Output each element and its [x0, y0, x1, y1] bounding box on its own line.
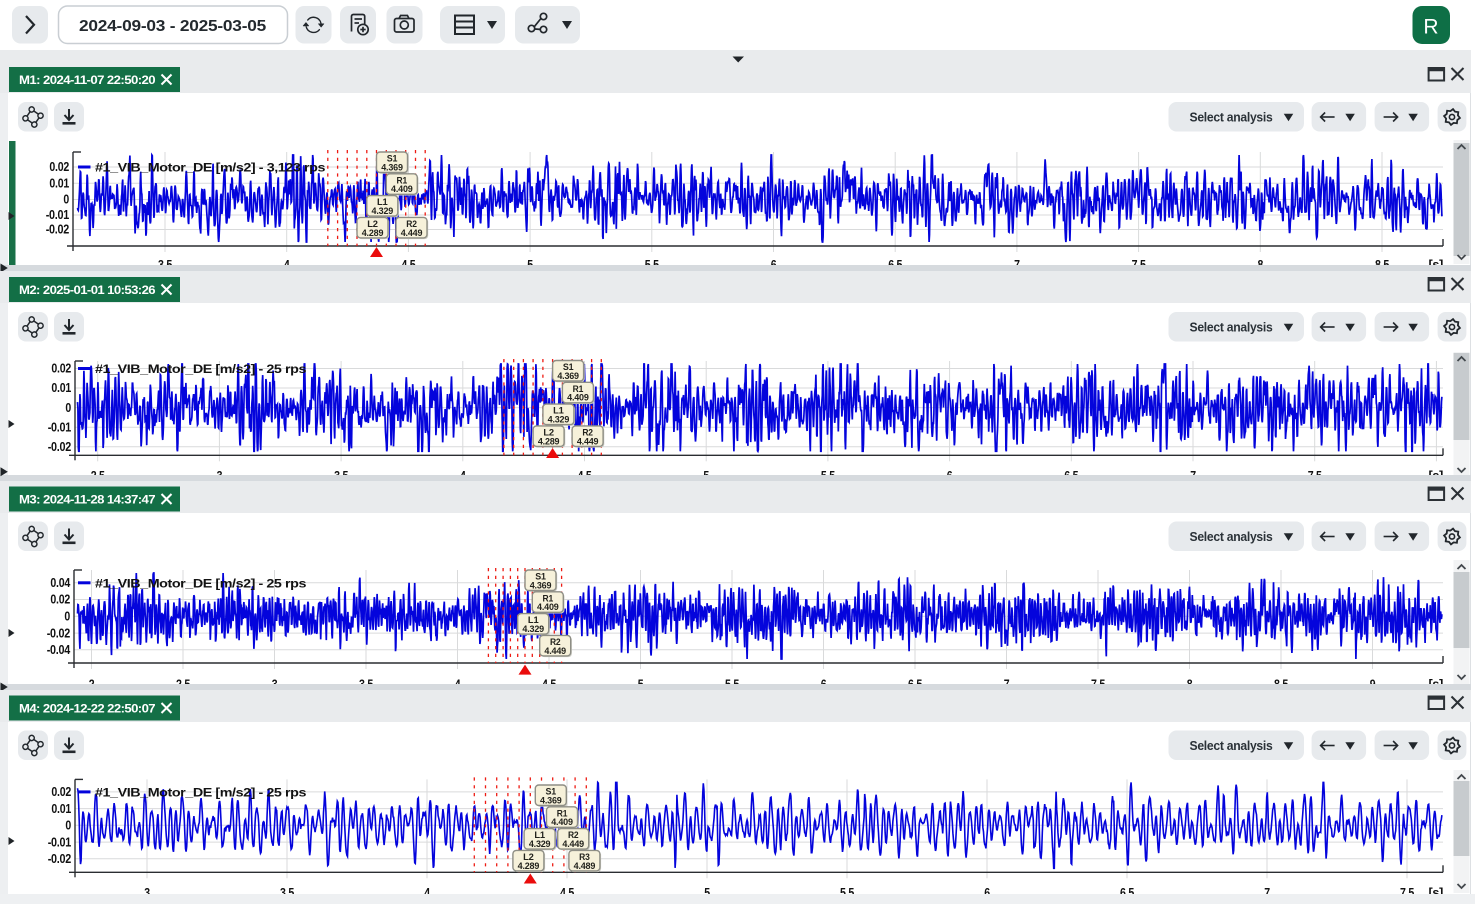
svg-text:4.489: 4.489: [574, 861, 596, 871]
svg-text:4.409: 4.409: [567, 393, 589, 403]
svg-text:4.289: 4.289: [362, 228, 384, 238]
svg-text:-0.02: -0.02: [48, 440, 72, 454]
svg-text:4.329: 4.329: [548, 415, 570, 425]
svg-text:0.02: 0.02: [51, 785, 71, 799]
svg-text:#1_VIB_Motor_DE [m/s2] - 3,123: #1_VIB_Motor_DE [m/s2] - 3,123 rps: [95, 162, 325, 175]
svg-text:-0.04: -0.04: [47, 643, 71, 657]
svg-text:4.449: 4.449: [544, 646, 566, 656]
svg-text:4.409: 4.409: [537, 602, 559, 612]
svg-text:4.329: 4.329: [529, 839, 551, 849]
svg-text:Select analysis: Select analysis: [1190, 738, 1273, 753]
svg-text:#1_VIB_Motor_DE [m/s2] - 25 rp: #1_VIB_Motor_DE [m/s2] - 25 rps: [95, 786, 306, 799]
svg-text:#1_VIB_Motor_DE [m/s2] - 25 rp: #1_VIB_Motor_DE [m/s2] - 25 rps: [95, 363, 306, 376]
svg-text:R: R: [1423, 16, 1438, 39]
svg-text:0: 0: [63, 193, 69, 207]
svg-text:4.409: 4.409: [551, 817, 573, 827]
svg-text:4.449: 4.449: [562, 839, 584, 849]
svg-text:4.369: 4.369: [557, 371, 579, 381]
svg-text:Select analysis: Select analysis: [1190, 320, 1273, 335]
svg-text:2024-09-03 - 2025-03-05: 2024-09-03 - 2025-03-05: [79, 18, 267, 35]
svg-text:0.01: 0.01: [51, 381, 71, 395]
svg-text:-0.01: -0.01: [46, 208, 70, 222]
svg-text:0.04: 0.04: [50, 576, 70, 590]
svg-text:4.369: 4.369: [530, 580, 552, 590]
svg-text:-0.02: -0.02: [48, 852, 72, 866]
svg-text:#1_VIB_Motor_DE [m/s2] - 25 rp: #1_VIB_Motor_DE [m/s2] - 25 rps: [95, 577, 306, 590]
svg-text:-0.02: -0.02: [47, 626, 71, 640]
svg-text:-0.01: -0.01: [48, 420, 72, 434]
svg-text:M3: 2024-11-28 14:37:47: M3: 2024-11-28 14:37:47: [19, 493, 156, 507]
svg-text:0: 0: [64, 609, 70, 623]
svg-text:4.369: 4.369: [381, 162, 403, 172]
svg-text:4.409: 4.409: [391, 184, 413, 194]
svg-text:Select analysis: Select analysis: [1190, 529, 1273, 544]
svg-text:0.01: 0.01: [51, 802, 71, 816]
svg-text:M1: 2024-11-07 22:50:20: M1: 2024-11-07 22:50:20: [19, 73, 156, 87]
svg-text:0.02: 0.02: [50, 593, 70, 607]
svg-text:0: 0: [65, 819, 71, 833]
svg-text:-0.01: -0.01: [48, 835, 72, 849]
svg-text:4.289: 4.289: [518, 861, 540, 871]
svg-text:4.369: 4.369: [540, 795, 562, 805]
svg-text:4.329: 4.329: [522, 624, 544, 634]
svg-text:4.289: 4.289: [538, 436, 560, 446]
svg-text:4.329: 4.329: [372, 206, 394, 216]
svg-text:4.449: 4.449: [577, 436, 599, 446]
svg-text:4.449: 4.449: [401, 228, 423, 238]
svg-text:M2: 2025-01-01 10:53:26: M2: 2025-01-01 10:53:26: [19, 283, 156, 297]
svg-text:0.02: 0.02: [51, 362, 71, 376]
svg-text:-0.02: -0.02: [46, 223, 70, 237]
svg-text:0.02: 0.02: [49, 160, 69, 174]
svg-text:M4: 2024-12-22 22:50:07: M4: 2024-12-22 22:50:07: [19, 702, 156, 716]
svg-text:Select analysis: Select analysis: [1190, 110, 1273, 125]
svg-text:0: 0: [65, 401, 71, 415]
svg-text:0.01: 0.01: [49, 176, 69, 190]
